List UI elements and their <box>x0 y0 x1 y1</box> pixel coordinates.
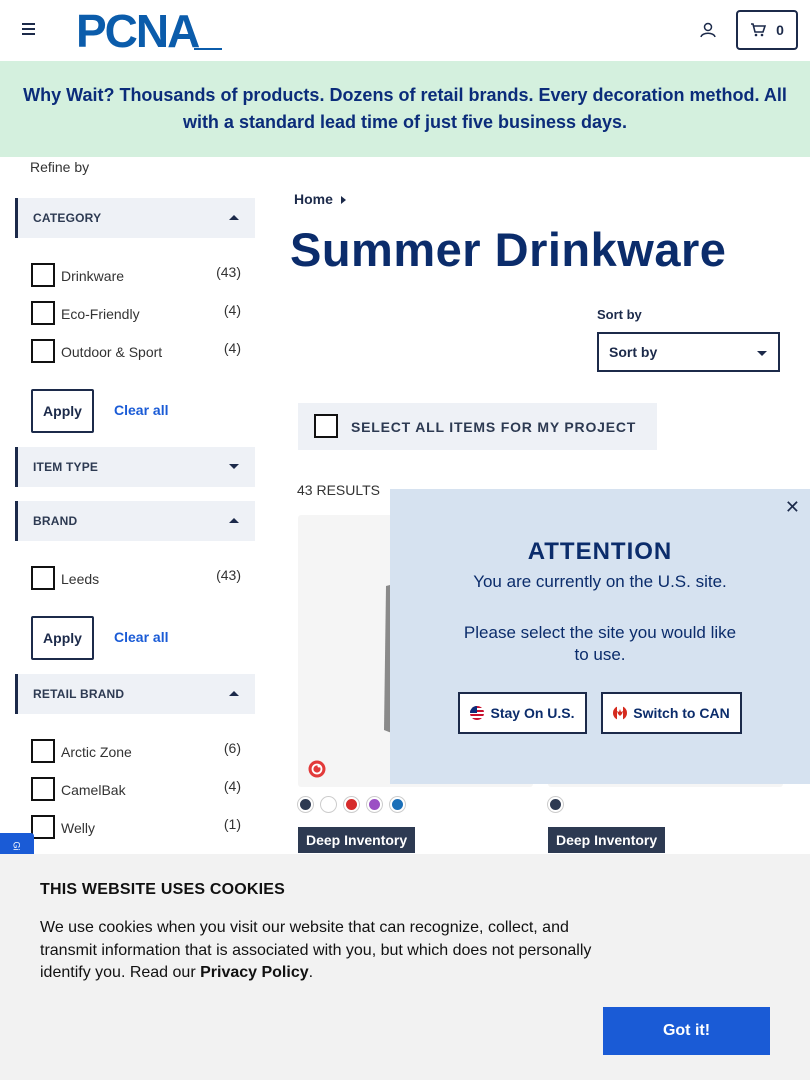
option-count: (1) <box>223 816 241 832</box>
clear-all-link[interactable]: Clear all <box>114 402 168 418</box>
facet-title: CATEGORY <box>33 211 102 225</box>
select-all-label: SELECT ALL ITEMS FOR MY PROJECT <box>351 419 637 435</box>
checkbox[interactable] <box>31 739 55 763</box>
modal-title: ATTENTION <box>527 538 673 565</box>
banner-text: Why Wait? Thousands of products. Dozens … <box>23 85 787 132</box>
filter-option[interactable]: Arctic Zone (6) <box>31 739 241 763</box>
facet-category[interactable]: CATEGORY <box>15 198 255 238</box>
account-icon[interactable] <box>699 21 717 39</box>
page-title: Summer Drinkware <box>290 223 727 276</box>
site-select-modal: ✕ ATTENTION You are currently on the U.S… <box>390 489 810 784</box>
sort-label: Sort by <box>597 307 642 322</box>
option-label: Leeds <box>61 571 100 587</box>
checkbox[interactable] <box>31 263 55 287</box>
color-swatches <box>548 797 563 813</box>
sort-select[interactable]: Sort by <box>597 332 780 372</box>
canada-flag-icon <box>613 706 628 720</box>
results-count: 43 RESULTS <box>297 482 380 498</box>
switch-label: Switch to CAN <box>633 705 730 721</box>
got-it-button[interactable]: Got it! <box>603 1007 770 1055</box>
option-count: (43) <box>216 567 241 583</box>
feedback-tab-label: Gi <box>11 841 22 851</box>
checkbox[interactable] <box>31 566 55 590</box>
modal-prompt: Please select the site you would like to… <box>463 623 737 664</box>
checkbox[interactable] <box>31 301 55 325</box>
cookie-body: We use cookies when you visit our websit… <box>40 919 592 981</box>
option-count: (4) <box>223 340 241 356</box>
option-count: (4) <box>223 302 241 318</box>
360-view-icon[interactable] <box>308 760 326 778</box>
cart-icon <box>751 23 767 37</box>
option-label: CamelBak <box>61 782 126 798</box>
filter-option[interactable]: Leeds (43) <box>31 566 241 590</box>
apply-button[interactable]: Apply <box>31 616 94 660</box>
caret-up-icon <box>229 691 239 696</box>
option-count: (43) <box>216 264 241 280</box>
color-swatch[interactable] <box>298 797 313 812</box>
checkbox[interactable] <box>31 777 55 801</box>
privacy-policy-link[interactable]: Privacy Policy <box>200 964 309 981</box>
color-swatches <box>298 797 405 813</box>
stay-us-button[interactable]: Stay On U.S. <box>458 692 587 734</box>
pcna-logo[interactable]: PCNA <box>76 8 224 52</box>
option-label: Eco-Friendly <box>61 306 140 322</box>
breadcrumb[interactable]: Home <box>294 191 346 207</box>
color-swatch[interactable] <box>390 797 405 812</box>
checkbox[interactable] <box>314 414 338 438</box>
site-header: PCNA 0 <box>0 0 810 61</box>
modal-message: You are currently on the U.S. site. <box>473 572 727 591</box>
facet-title: RETAIL BRAND <box>33 687 125 701</box>
close-icon[interactable]: ✕ <box>785 497 800 518</box>
promo-banner: Why Wait? Thousands of products. Dozens … <box>0 61 810 157</box>
chevron-down-icon <box>757 351 767 356</box>
select-all-toggle[interactable]: SELECT ALL ITEMS FOR MY PROJECT <box>298 403 657 450</box>
facet-retail-brand[interactable]: RETAIL BRAND <box>15 674 255 714</box>
filter-option[interactable]: CamelBak (4) <box>31 777 241 801</box>
stay-label: Stay On U.S. <box>490 705 575 721</box>
option-label: Welly <box>61 820 95 836</box>
cookie-text: We use cookies when you visit our websit… <box>40 917 610 985</box>
filter-option[interactable]: Welly (1) <box>31 815 241 839</box>
logo-text: PCNA <box>76 8 199 52</box>
color-swatch[interactable] <box>344 797 359 812</box>
color-swatch[interactable] <box>367 797 382 812</box>
facet-title: BRAND <box>33 514 78 528</box>
cookie-banner: THIS WEBSITE USES COOKIES We use cookies… <box>0 854 810 1080</box>
caret-up-icon <box>229 215 239 220</box>
option-label: Outdoor & Sport <box>61 344 163 360</box>
menu-icon[interactable] <box>22 23 35 35</box>
caret-up-icon <box>229 518 239 523</box>
inventory-badge: Deep Inventory <box>548 827 666 853</box>
color-swatch[interactable] <box>548 797 563 812</box>
option-label: Drinkware <box>61 268 125 284</box>
caret-down-icon <box>229 464 239 469</box>
filter-option[interactable]: Drinkware (43) <box>31 263 241 287</box>
refine-label: Refine by <box>30 159 90 175</box>
cart-button[interactable]: 0 <box>736 10 798 50</box>
facet-item-type[interactable]: ITEM TYPE <box>15 447 255 487</box>
color-swatch[interactable] <box>321 797 336 812</box>
breadcrumb-home[interactable]: Home <box>294 191 333 207</box>
checkbox[interactable] <box>31 815 55 839</box>
option-count: (4) <box>223 778 241 794</box>
us-flag-icon <box>470 706 485 720</box>
cart-count: 0 <box>776 22 784 38</box>
sort-value: Sort by <box>609 344 658 360</box>
apply-button[interactable]: Apply <box>31 389 94 433</box>
clear-all-link[interactable]: Clear all <box>114 629 168 645</box>
option-count: (6) <box>223 740 241 756</box>
facet-brand[interactable]: BRAND <box>15 501 255 541</box>
option-label: Arctic Zone <box>61 744 132 760</box>
cookie-tail: . <box>308 964 314 981</box>
cookie-title: THIS WEBSITE USES COOKIES <box>40 881 286 898</box>
chevron-right-icon <box>340 195 346 204</box>
facet-title: ITEM TYPE <box>33 460 99 474</box>
checkbox[interactable] <box>31 339 55 363</box>
switch-can-button[interactable]: Switch to CAN <box>601 692 742 734</box>
filter-option[interactable]: Eco-Friendly (4) <box>31 301 241 325</box>
filter-option[interactable]: Outdoor & Sport (4) <box>31 339 241 363</box>
inventory-badge: Deep Inventory <box>298 827 416 853</box>
